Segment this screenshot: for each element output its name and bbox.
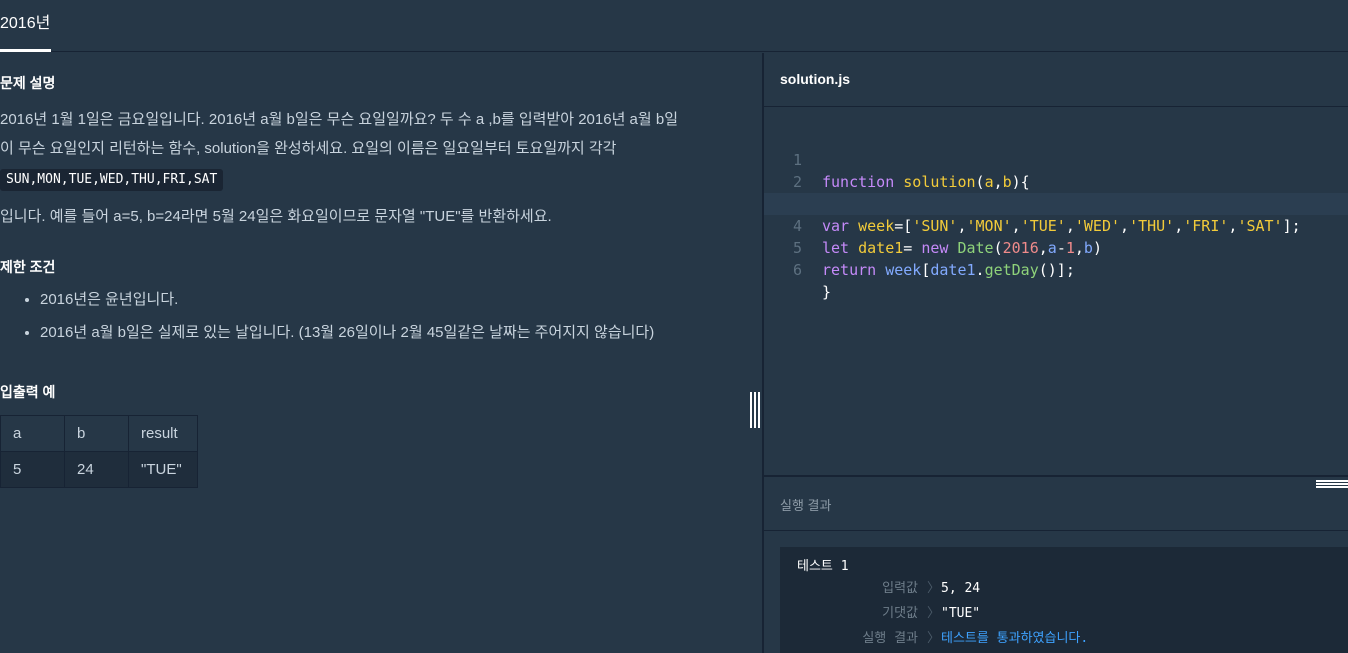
- chevron-right-icon: 〉: [927, 581, 941, 596]
- constraints-list: 2016년은 윤년입니다. 2016년 a월 b일은 실제로 있는 날입니다. …: [0, 283, 654, 349]
- constraint-item: 2016년 a월 b일은 실제로 있는 날입니다. (13월 26일이나 2월 …: [40, 316, 654, 349]
- code-line[interactable]: 3 var week=['SUN','MON','TUE','WED','THU…: [764, 171, 1348, 235]
- result-value: "TUE": [941, 606, 981, 621]
- result-row-input: 입력값 〉 5, 24: [780, 579, 1348, 599]
- result-key: 입력값: [882, 581, 918, 596]
- table-cell: 5: [0, 451, 65, 488]
- chevron-right-icon: 〉: [927, 631, 941, 646]
- description-text-line-2: 이 무슨 요일인지 리턴하는 함수, solution을 완성하세요. 요일의 …: [0, 140, 617, 157]
- result-value: 5, 24: [941, 581, 981, 596]
- table-header-cell: result: [128, 415, 198, 452]
- table-header-cell: b: [64, 415, 129, 452]
- result-heading: 실행 결과: [780, 498, 832, 513]
- tab-problem-title[interactable]: 2016년: [0, 0, 51, 52]
- description-text-line-3: 입니다. 예를 들어 a=5, b=24라면 5월 24일은 화요일이므로 문자…: [0, 208, 552, 225]
- result-key: 기댓값: [882, 606, 918, 621]
- vertical-resize-handle[interactable]: [750, 392, 760, 428]
- table-cell: "TUE": [128, 451, 198, 488]
- table-header-row: a b result: [0, 415, 198, 452]
- code-line[interactable]: 2: [764, 149, 1348, 191]
- problem-description-panel: 문제 설명 2016년 1월 1일은 금요일입니다. 2016년 a월 b일은 …: [0, 53, 744, 653]
- result-key: 실행 결과: [862, 631, 918, 646]
- code-editor[interactable]: 1 function solution(a,b){ 2 3 var week=[…: [764, 107, 1348, 475]
- code-text: return week[date1.getDay()];: [822, 261, 1075, 279]
- top-tab-bar: 2016년: [0, 0, 1348, 52]
- line-number: 6: [792, 261, 802, 279]
- result-row-status: 실행 결과 〉 테스트를 통과하였습니다.: [780, 629, 1348, 649]
- table-cell: 24: [64, 451, 129, 488]
- code-line[interactable]: 5 return week[date1.getDay()];: [764, 215, 1348, 279]
- result-row-expected: 기댓값 〉 "TUE": [780, 604, 1348, 624]
- pass-message: 테스트를 통과하였습니다.: [941, 631, 1089, 646]
- code-line[interactable]: 1 function solution(a,b){: [764, 127, 1348, 191]
- examples-table: a b result 5 24 "TUE": [0, 415, 198, 488]
- constraint-item: 2016년은 윤년입니다.: [40, 283, 654, 316]
- table-row: 5 24 "TUE": [0, 451, 198, 488]
- code-line[interactable]: 6 }: [764, 237, 1348, 301]
- description-heading: 문제 설명: [0, 75, 56, 91]
- editor-filename: solution.js: [780, 71, 850, 87]
- code-text: }: [822, 283, 832, 301]
- constraints-heading: 제한 조건: [0, 259, 56, 275]
- test-result-box: 테스트 1 입력값 〉 5, 24 기댓값 〉 "TUE" 실행 결과 〉 테스…: [780, 547, 1348, 653]
- code-line-active[interactable]: 4 let date1= new Date(2016,a-1,b): [764, 193, 1348, 257]
- result-header: 실행 결과: [764, 477, 1348, 531]
- examples-heading: 입출력 예: [0, 384, 56, 400]
- weekday-names-code: SUN,MON,TUE,WED,THU,FRI,SAT: [0, 169, 224, 191]
- description-text-line-1: 2016년 1월 1일은 금요일입니다. 2016년 a월 b일은 무슨 요일일…: [0, 111, 679, 128]
- editor-header: solution.js: [764, 53, 1348, 107]
- table-header-cell: a: [0, 415, 65, 452]
- test-label: 테스트 1: [797, 559, 849, 574]
- chevron-right-icon: 〉: [927, 606, 941, 621]
